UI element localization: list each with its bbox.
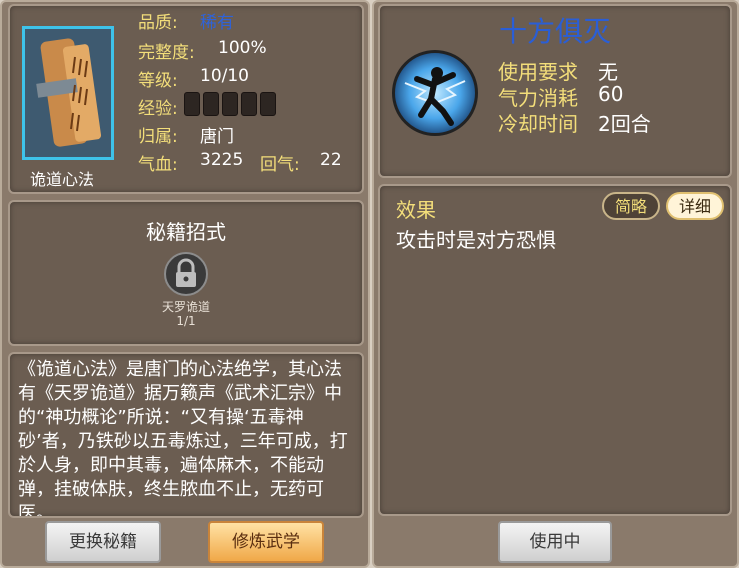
quality-value: 稀有 xyxy=(200,13,234,33)
detail-tab[interactable]: 详细 xyxy=(666,192,724,220)
exp-slot xyxy=(203,92,219,116)
effect-panel: 效果 简略 详细 攻击时是对方恐惧 xyxy=(378,184,732,516)
exp-slot xyxy=(184,92,200,116)
locked-skill-slot[interactable] xyxy=(164,252,208,296)
skill-req-value: 无 xyxy=(598,60,618,84)
hp-value: 3225 xyxy=(200,150,244,170)
scroll-book-icon xyxy=(25,29,111,157)
book-info-panel: 诡道心法 品质: 稀有 完整度: 100% 等级: 10/10 经验: 归属: … xyxy=(8,4,364,194)
exp-label: 经验: xyxy=(138,99,178,119)
effect-text: 攻击时是对方恐惧 xyxy=(396,228,556,252)
skill-req-label: 使用要求 xyxy=(498,60,578,84)
brief-tab[interactable]: 简略 xyxy=(602,192,660,220)
skill-slot-count: 1/1 xyxy=(176,314,196,328)
exp-bar xyxy=(184,92,279,116)
skill-header-panel: 十方俱灭 使用要求 无 气力消耗 60 冷却时间 2回合 xyxy=(378,4,732,178)
moves-panel: 秘籍招式 天罗诡道 1/1 xyxy=(8,200,364,346)
level-value: 10/10 xyxy=(200,66,249,86)
skill-title: 十方俱灭 xyxy=(498,15,611,48)
belong-label: 归属: xyxy=(138,127,178,147)
quality-label: 品质: xyxy=(138,13,178,33)
description-text: 《诡道心法》是唐门的心法绝学，其心法有《天罗诡道》据万籁声《武术汇宗》中的“神功… xyxy=(18,359,348,518)
skill-slot-name: 天罗诡道 xyxy=(161,300,210,314)
moves-title: 秘籍招式 xyxy=(146,220,226,244)
lightning-figure-icon xyxy=(404,67,466,126)
book-name: 诡道心法 xyxy=(30,170,95,189)
integrity-label: 完整度: xyxy=(138,43,195,63)
skill-cd-label: 冷却时间 xyxy=(498,112,578,136)
belong-value: 唐门 xyxy=(200,127,234,147)
hp-label: 气血: xyxy=(138,155,178,175)
description-panel: 《诡道心法》是唐门的心法绝学，其心法有《天罗诡道》据万籁声《武术汇宗》中的“神功… xyxy=(8,352,364,518)
level-label: 等级: xyxy=(138,71,178,91)
lock-icon xyxy=(176,258,196,287)
qi-label: 回气: xyxy=(260,155,300,175)
exp-slot xyxy=(241,92,257,116)
change-book-button[interactable]: 更换秘籍 xyxy=(45,521,161,563)
exp-slot xyxy=(222,92,238,116)
effect-title: 效果 xyxy=(396,198,436,222)
skill-cost-label: 气力消耗 xyxy=(498,86,578,110)
book-icon-frame[interactable] xyxy=(22,26,114,160)
skill-cd-value: 2回合 xyxy=(598,112,651,136)
exp-slot xyxy=(260,92,276,116)
integrity-value: 100% xyxy=(218,38,267,58)
qi-value: 22 xyxy=(320,150,342,170)
train-skill-button[interactable]: 修炼武学 xyxy=(208,521,324,563)
in-use-button[interactable]: 使用中 xyxy=(498,521,612,563)
skill-icon xyxy=(392,50,478,136)
skill-cost-value: 60 xyxy=(598,82,624,106)
